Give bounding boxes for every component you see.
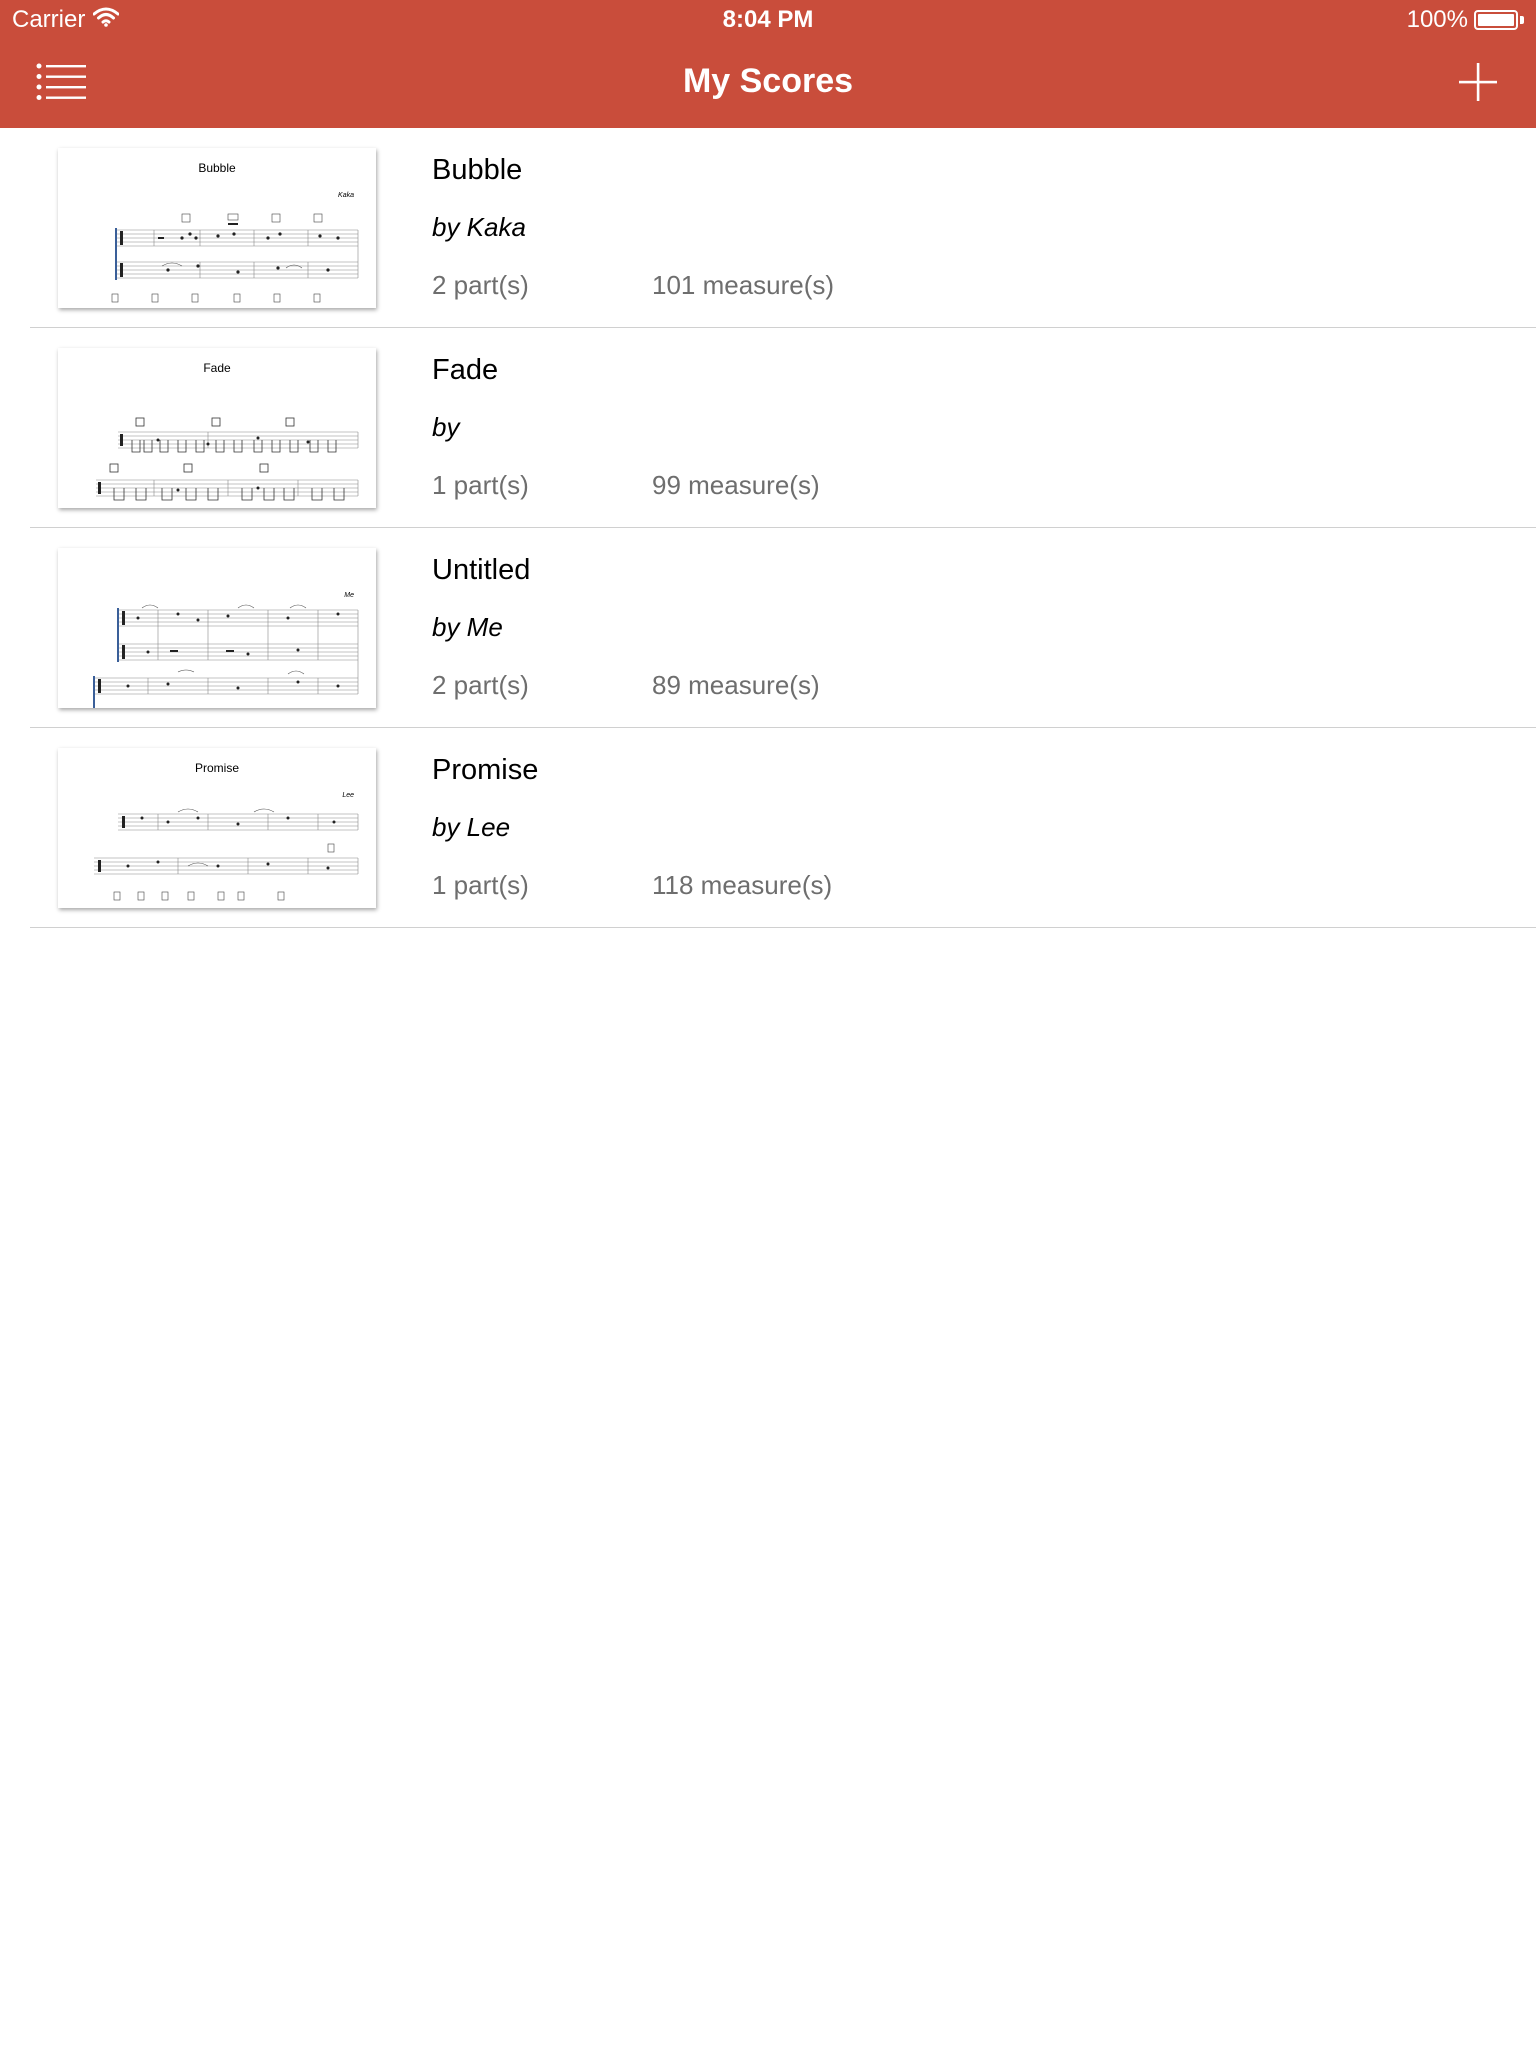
score-row[interactable]: Fade Fade by 1 part(s) 99 measure(s) (0, 328, 1536, 528)
score-title: Bubble (432, 154, 523, 186)
thumbnail-composer: Kaka (338, 192, 354, 199)
battery-percent: 100% (1406, 6, 1468, 33)
score-author: by (432, 412, 460, 442)
score-thumbnail[interactable]: Bubble Kaka (58, 148, 376, 308)
score-author: by Kaka (432, 212, 526, 242)
add-score-button[interactable] (1456, 60, 1500, 104)
sheet-music-preview: Promise Lee (94, 761, 359, 901)
score-measures: 89 measure(s) (652, 670, 820, 700)
score-parts: 1 part(s) (432, 870, 529, 900)
score-title: Promise (432, 754, 539, 786)
score-author: by Me (432, 612, 503, 642)
thumbnail-composer: Me (344, 592, 354, 599)
row-divider (30, 927, 1536, 928)
thumbnail-title: Promise (195, 761, 239, 775)
score-row[interactable]: Bubble Kaka Bubble by Kaka 2 part(s) 101… (0, 128, 1536, 328)
score-title: Fade (432, 354, 499, 386)
app-header: Carrier 8:04 PM 100% My Scores (0, 0, 1536, 128)
score-row[interactable]: Promise Lee Promise by Lee 1 part(s) 118… (0, 728, 1536, 928)
battery-group: 100% (1407, 6, 1524, 34)
status-time: 8:04 PM (722, 6, 814, 33)
score-row[interactable]: Me Untitled by Me 2 part(s) 89 measure(s… (0, 528, 1536, 728)
score-thumbnail[interactable]: Promise Lee (58, 748, 376, 908)
sheet-music-preview: Bubble Kaka (111, 161, 359, 303)
page-title: My Scores (682, 62, 854, 100)
score-list: Bubble Kaka Bubble by Kaka 2 part(s) 101… (0, 128, 1536, 928)
score-thumbnail[interactable]: Me (58, 548, 376, 708)
battery-fill (1478, 14, 1514, 26)
battery-tip (1520, 16, 1524, 24)
navigation-bar: My Scores (0, 40, 1536, 128)
sheet-music-preview: Me (93, 592, 359, 708)
score-parts: 2 part(s) (432, 670, 529, 700)
thumbnail-title: Bubble (198, 161, 236, 175)
score-author: by Lee (432, 812, 511, 842)
score-measures: 101 measure(s) (652, 270, 835, 300)
plus-icon (1459, 63, 1497, 101)
score-measures: 118 measure(s) (652, 870, 833, 900)
score-parts: 1 part(s) (432, 470, 529, 500)
score-measures: 99 measure(s) (652, 470, 820, 500)
score-thumbnail[interactable]: Fade (58, 348, 376, 508)
score-title: Untitled (432, 554, 531, 586)
status-bar: Carrier 8:04 PM 100% (0, 0, 1536, 40)
sheet-music-preview: Fade (96, 361, 359, 501)
score-parts: 2 part(s) (432, 270, 529, 300)
thumbnail-composer: Lee (342, 792, 354, 799)
thumbnail-title: Fade (203, 361, 231, 375)
battery-icon (1474, 10, 1518, 30)
